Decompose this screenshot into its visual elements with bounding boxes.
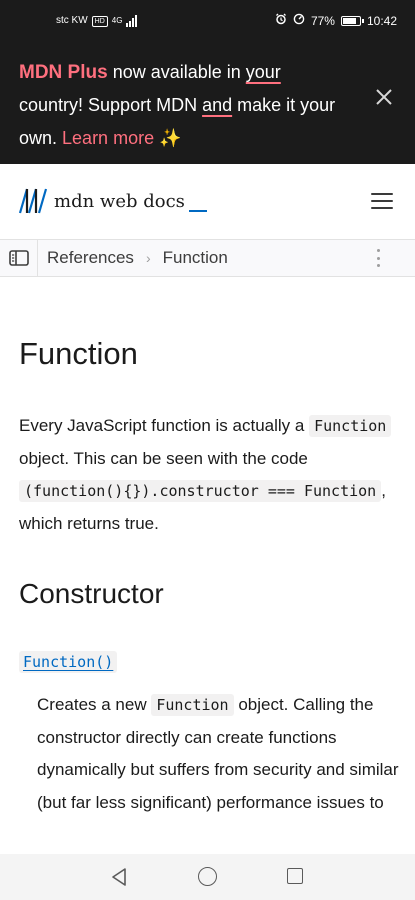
- promo-banner: MDN Plus now available in your country! …: [0, 44, 415, 164]
- promo-text-2: country! Support MDN: [19, 95, 203, 115]
- site-header: mdn web docs: [0, 164, 415, 240]
- close-icon: [376, 89, 392, 105]
- menu-button[interactable]: [371, 190, 393, 212]
- hd-badge: HD: [91, 15, 108, 27]
- status-bar: stc KW HD 4G 77% 10:42: [0, 0, 415, 44]
- status-left: stc KW HD 4G: [56, 13, 138, 29]
- clock: 10:42: [366, 14, 397, 28]
- constructor-heading: Constructor: [19, 578, 164, 609]
- ctor-text-1: Creates a new: [37, 695, 152, 714]
- logo-text: mdn web docs: [54, 191, 185, 212]
- battery-icon: [340, 16, 364, 26]
- promo-text: MDN Plus now available in your country! …: [19, 56, 339, 155]
- back-icon: [112, 868, 126, 886]
- signal-icon: [126, 15, 138, 27]
- promo-link-your[interactable]: your: [246, 62, 281, 82]
- intro-text-2: object. This can be seen with the code: [19, 448, 308, 468]
- promo-link-and[interactable]: and: [202, 95, 232, 115]
- breadcrumb-item-references[interactable]: References: [47, 248, 134, 268]
- hamburger-icon: [371, 193, 393, 195]
- function-constructor-link[interactable]: Function(): [19, 651, 118, 673]
- sidebar-icon: [8, 250, 29, 266]
- intro-paragraph: Every JavaScript function is actually a …: [19, 410, 397, 540]
- alarm-icon: [275, 12, 287, 30]
- sparkle-icon: ✨: [159, 128, 182, 148]
- breadcrumb: References › Function: [47, 240, 228, 276]
- battery-percent: 77%: [310, 14, 335, 28]
- page-title: Function: [19, 336, 138, 371]
- sidebar-toggle-button[interactable]: [0, 240, 38, 276]
- code-constructor-expression: (function(){}).constructor === Function: [19, 480, 382, 502]
- mdn-logo[interactable]: mdn web docs: [18, 188, 207, 214]
- logo-underscore: [188, 210, 207, 212]
- intro-text-1: Every JavaScript function is actually a: [19, 416, 310, 435]
- system-nav-bar: [0, 854, 415, 900]
- close-banner-button[interactable]: [369, 82, 399, 112]
- promo-text-1: now available in: [107, 62, 246, 82]
- carrier-label: stc KW: [56, 15, 88, 26]
- promo-brand: MDN Plus: [19, 62, 108, 83]
- code-function: Function: [309, 415, 392, 437]
- more-options-button[interactable]: [375, 249, 381, 267]
- code-function-2: Function: [151, 694, 234, 716]
- breadcrumb-bar: References › Function: [0, 240, 415, 277]
- status-right: 77% 10:42: [275, 12, 397, 30]
- mdn-logo-mark-icon: [18, 188, 48, 214]
- recents-button[interactable]: [287, 868, 303, 884]
- kebab-icon: [376, 249, 380, 252]
- speed-icon: [293, 12, 305, 30]
- home-button[interactable]: [198, 867, 217, 886]
- breadcrumb-item-function[interactable]: Function: [163, 248, 228, 268]
- network-type: 4G: [111, 16, 123, 25]
- learn-more-link[interactable]: Learn more: [62, 128, 154, 148]
- chevron-right-icon: ›: [145, 250, 151, 266]
- back-button[interactable]: [110, 867, 128, 892]
- constructor-description: Creates a new Function object. Calling t…: [37, 689, 399, 819]
